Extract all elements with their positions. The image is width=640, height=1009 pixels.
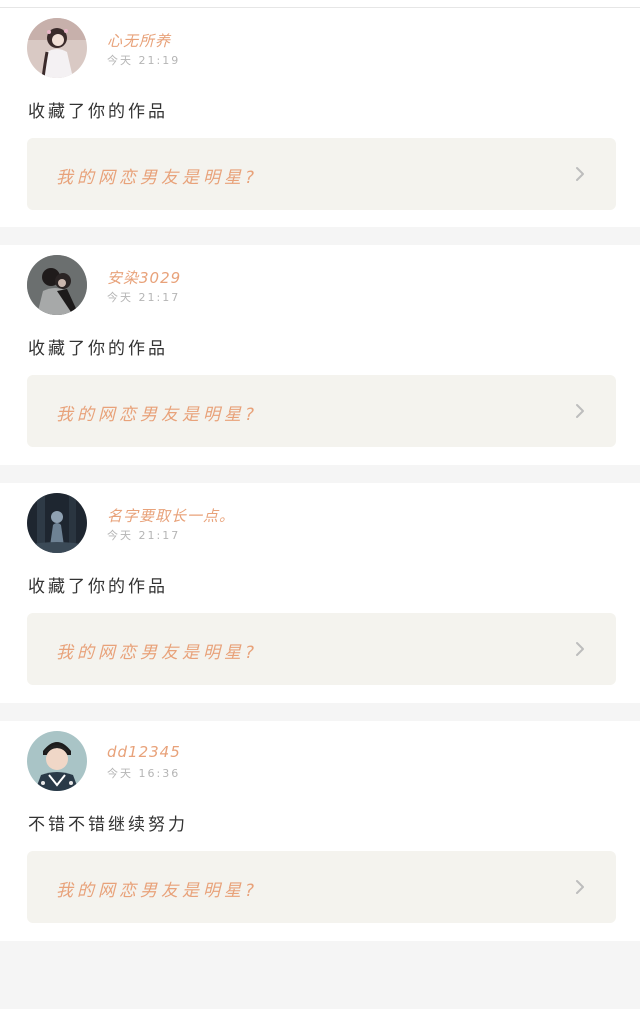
user-avatar[interactable] xyxy=(27,255,87,315)
username[interactable]: 心无所养 xyxy=(107,30,171,51)
user-avatar[interactable] xyxy=(27,731,87,791)
work-title: 我的网恋男友是明星? xyxy=(56,405,259,425)
username[interactable]: 安染3029 xyxy=(107,267,181,288)
timestamp: 今天 21:17 xyxy=(107,291,181,304)
action-text: 收藏了你的作品 xyxy=(28,102,168,122)
work-title: 我的网恋男友是明星? xyxy=(56,881,259,901)
notification-card: 心无所养 今天 21:19 收藏了你的作品 我的网恋男友是明星? xyxy=(0,8,640,227)
timestamp: 今天 21:19 xyxy=(107,54,181,67)
user-avatar[interactable] xyxy=(27,493,87,553)
action-text: 收藏了你的作品 xyxy=(28,577,168,597)
timestamp: 今天 16:36 xyxy=(107,767,181,780)
chevron-right-icon xyxy=(576,167,584,181)
work-title: 我的网恋男友是明星? xyxy=(56,168,259,188)
notification-card: dd12345 今天 16:36 不错不错继续努力 我的网恋男友是明星? xyxy=(0,721,640,941)
action-text: 收藏了你的作品 xyxy=(28,339,168,359)
work-link[interactable]: 我的网恋男友是明星? xyxy=(27,375,616,447)
avatar-boy-icon xyxy=(27,731,87,791)
notification-feed: 心无所养 今天 21:19 收藏了你的作品 我的网恋男友是明星? 安染3029 … xyxy=(0,8,640,941)
chevron-right-icon xyxy=(576,404,584,418)
work-title: 我的网恋男友是明星? xyxy=(56,643,259,663)
work-link[interactable]: 我的网恋男友是明星? xyxy=(27,613,616,685)
username[interactable]: dd12345 xyxy=(107,743,181,761)
avatar-girl-white-dress-icon xyxy=(27,18,87,78)
work-link[interactable]: 我的网恋男友是明星? xyxy=(27,138,616,210)
avatar-couple-icon xyxy=(27,255,87,315)
top-divider xyxy=(0,0,640,8)
timestamp: 今天 21:17 xyxy=(107,529,181,542)
notification-card: 安染3029 今天 21:17 收藏了你的作品 我的网恋男友是明星? xyxy=(0,245,640,465)
username[interactable]: 名字要取长一点。 xyxy=(107,505,235,526)
avatar-dark-scene-icon xyxy=(27,493,87,553)
chevron-right-icon xyxy=(576,642,584,656)
chevron-right-icon xyxy=(576,880,584,894)
action-text: 不错不错继续努力 xyxy=(28,815,188,835)
work-link[interactable]: 我的网恋男友是明星? xyxy=(27,851,616,923)
user-avatar[interactable] xyxy=(27,18,87,78)
notification-card: 名字要取长一点。 今天 21:17 收藏了你的作品 我的网恋男友是明星? xyxy=(0,483,640,703)
